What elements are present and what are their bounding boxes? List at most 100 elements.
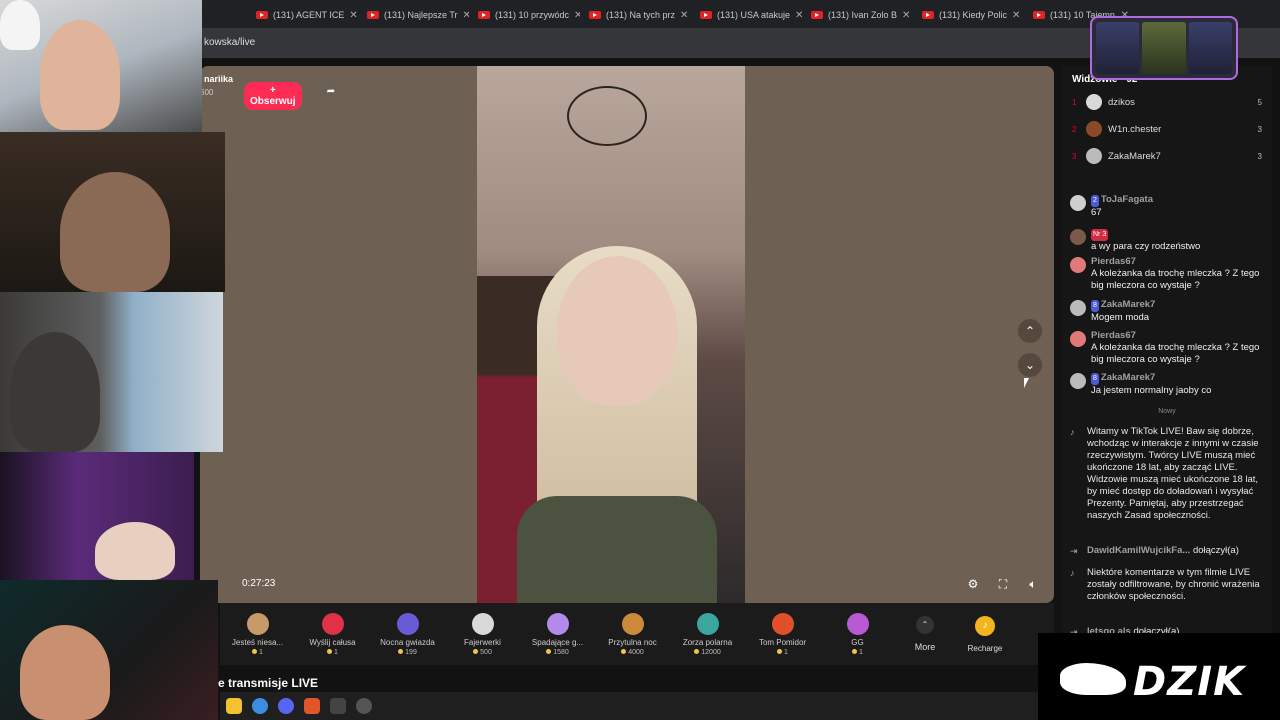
viewer-name: ZakaMarek7 (1108, 150, 1161, 162)
gift-price: 1 (295, 648, 370, 656)
fullscreen-icon[interactable]: ⛶ (995, 576, 1011, 592)
tab-title: (131) 10 przywódc (495, 10, 570, 20)
live-video-container: nariika 600 + Obserwuj ➦ ⌃ ⌄ 0:27:23 ⚙ ⛶… (200, 66, 1054, 603)
viewer-row[interactable]: 1 dzikos 5 (1072, 92, 1262, 112)
person-shape (10, 332, 100, 452)
avatar[interactable] (1070, 373, 1086, 389)
gift-name: Wyślij całusa (309, 637, 356, 647)
gift-icon (621, 612, 644, 635)
discord-icon[interactable] (278, 698, 294, 714)
gift-item[interactable]: Tom Pomidor 1 (745, 612, 820, 656)
gift-icon (321, 612, 344, 635)
gift-price: 1 (220, 648, 295, 656)
recharge-button[interactable]: ♪ Recharge (955, 615, 1015, 653)
avatar[interactable] (1070, 229, 1086, 245)
close-icon[interactable]: ✕ (463, 10, 469, 21)
gift-price: 1580 (520, 648, 595, 656)
host-follower-count: 600 (200, 88, 214, 97)
person-shape (20, 625, 110, 720)
browser-tab[interactable]: (131) Na tych prz ✕ (583, 4, 691, 26)
gift-item[interactable]: Spadające g... 1580 (520, 612, 595, 656)
browser-tab[interactable]: (131) 10 przywódc ✕ (472, 4, 580, 26)
tiktok-icon: ♪ (1070, 568, 1075, 578)
coin-icon: ♪ (975, 615, 995, 636)
system-message: ♪ Niektóre komentarze w tym filmie LIVE … (1070, 567, 1264, 603)
viewer-row[interactable]: 3 ZakaMarek7 3 (1072, 146, 1262, 166)
chat-username[interactable]: Pierdas67 (1091, 330, 1136, 341)
volume-icon[interactable]: 🔈︎ (1025, 576, 1041, 592)
webcam-overlay (0, 0, 202, 132)
gift-name: Tom Pomidor (758, 637, 807, 647)
user-badge: 8 (1091, 373, 1099, 385)
browser-tab[interactable]: (131) USA atakuje ✕ (694, 4, 802, 26)
chat-username[interactable]: ZakaMarek7 (1101, 299, 1155, 310)
next-live-icon[interactable]: ⌄ (1018, 353, 1042, 377)
close-icon[interactable]: ✕ (902, 10, 910, 21)
avatar[interactable] (1070, 257, 1086, 273)
avatar (1086, 94, 1102, 110)
browser-tab[interactable]: (131) AGENT ICE ✕ (250, 4, 358, 26)
browser-tab[interactable]: (131) Ivan Zolo B ✕ (805, 4, 913, 26)
coin-icon (546, 648, 552, 654)
gift-item[interactable]: Fajerwerki 500 (445, 612, 520, 656)
browser-tab[interactable]: (131) Najlepsze Tr ✕ (361, 4, 469, 26)
tab-title: (131) AGENT ICE (273, 10, 345, 20)
coin-icon (252, 648, 258, 654)
settings-icon[interactable]: ⚙ (965, 576, 981, 592)
url-text[interactable]: kowska/live (204, 37, 255, 48)
live-video-frame[interactable] (477, 66, 745, 603)
chat-username[interactable]: Pierdas67 (1091, 256, 1136, 267)
gift-icon (471, 612, 494, 635)
avatar (1086, 121, 1102, 137)
gift-item[interactable]: GG 1 (820, 612, 895, 656)
avatar[interactable] (1070, 300, 1086, 316)
close-icon[interactable]: ✕ (795, 10, 802, 21)
gift-name: Spadające g... (531, 637, 584, 647)
gift-item[interactable]: Wyślij całusa 1 (295, 612, 370, 656)
youtube-icon (367, 11, 379, 19)
app-icon[interactable] (330, 698, 346, 714)
browser-tab[interactable]: (131) Kiedy Polic ✕ (916, 4, 1024, 26)
jacket-shape (517, 496, 717, 603)
folder-icon[interactable] (226, 698, 242, 714)
gift-item[interactable]: Jesteś niesa... 1 (220, 612, 295, 656)
chat-text: A koleżanka da trochę mleczka ? Z tego b… (1091, 342, 1260, 365)
viewer-rank: 3 (1072, 151, 1077, 161)
tab-title: (131) USA atakuje (717, 10, 791, 20)
viewer-row[interactable]: 2 W1n.chester 3 (1072, 119, 1262, 139)
join-user[interactable]: DawidKamilWujcikFa... (1087, 545, 1190, 556)
chat-text: a wy para czy rodzeństwo (1091, 241, 1201, 252)
gift-price: 4000 (595, 648, 670, 656)
follow-button[interactable]: + Obserwuj (244, 82, 302, 110)
user-badge: 8 (1091, 300, 1099, 312)
close-icon[interactable]: ✕ (680, 10, 688, 21)
gift-item[interactable]: Nocna gwiazda 199 (370, 612, 445, 656)
gift-name: Zorza polarna (682, 637, 733, 647)
avatar[interactable] (1070, 331, 1086, 347)
previous-live-icon[interactable]: ⌃ (1018, 319, 1042, 343)
viewer-name: dzikos (1108, 96, 1135, 108)
gift-name: GG (851, 637, 864, 647)
app-icon[interactable] (356, 698, 372, 714)
section-title: e transmisje LIVE (218, 676, 319, 690)
coin-icon (621, 648, 627, 654)
share-icon[interactable]: ➦ (322, 82, 340, 100)
close-icon[interactable]: ✕ (1012, 10, 1020, 21)
close-icon[interactable]: ✕ (574, 10, 580, 21)
system-filter-text: Niektóre komentarze w tym filmie LIVE zo… (1087, 567, 1260, 602)
avatar[interactable] (1070, 195, 1086, 211)
chat-username[interactable]: ToJaFagata (1101, 194, 1153, 205)
person-shape (60, 172, 170, 292)
host-name[interactable]: nariika (204, 74, 233, 84)
close-icon[interactable]: ✕ (349, 10, 357, 21)
gift-item[interactable]: Zorza polarna 12000 (670, 612, 745, 656)
tiktok-icon: ♪ (1070, 427, 1075, 437)
youtube-icon (922, 11, 934, 19)
chrome-icon[interactable] (252, 698, 268, 714)
app-icon[interactable] (304, 698, 320, 714)
viewer-score: 3 (1257, 151, 1262, 161)
gift-item[interactable]: Przytulna noc 4000 (595, 612, 670, 656)
gift-name: Fajerwerki (464, 637, 501, 647)
chat-username[interactable]: ZakaMarek7 (1101, 372, 1155, 383)
more-gifts-button[interactable]: ⌃ More (895, 616, 955, 652)
